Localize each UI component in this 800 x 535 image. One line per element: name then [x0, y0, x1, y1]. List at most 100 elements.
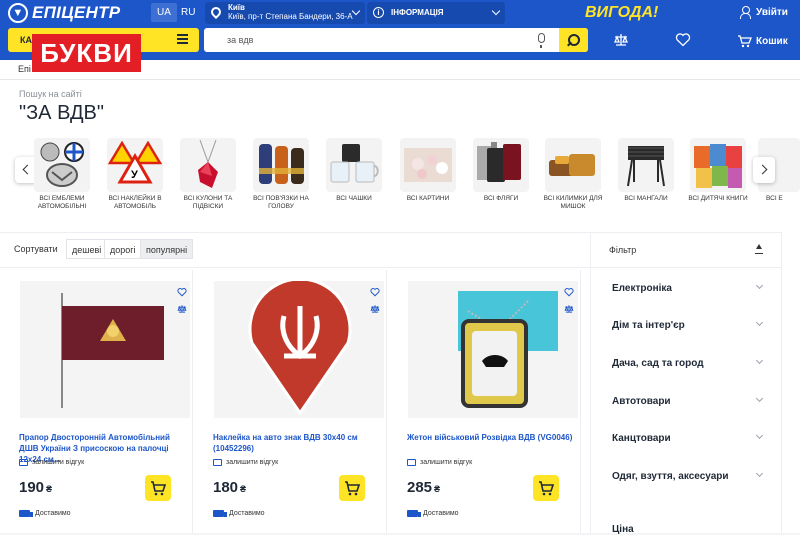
filter-group-label: Електроніка — [612, 283, 672, 294]
filter-group-label: Дім та інтер'єр — [612, 320, 685, 331]
category-image — [618, 138, 674, 192]
cart-button[interactable]: Кошик — [737, 34, 788, 48]
compare-icon[interactable] — [177, 301, 187, 313]
currency: ₴ — [434, 484, 441, 494]
info-label: ІНФОРМАЦІЯ — [391, 8, 444, 17]
category-label: ВСІ Е — [766, 195, 783, 202]
compare-icon[interactable] — [370, 301, 380, 313]
category-childrens-books[interactable]: ВСІ ДИТЯЧІ КНИГИ — [685, 138, 751, 203]
chevron-down-icon — [755, 394, 764, 403]
filter-group-garden[interactable]: Дача, сад та город — [612, 356, 772, 369]
compare-icon[interactable] — [613, 32, 629, 51]
category-image — [253, 138, 309, 192]
chevron-down-icon — [755, 281, 764, 290]
category-pictures[interactable]: ВСІ КАРТИНИ — [395, 138, 461, 203]
add-to-cart-button[interactable] — [533, 475, 559, 501]
heart-icon[interactable] — [177, 284, 187, 297]
product-card[interactable]: Наклейка на авто знак ВДВ 30х40 см (1045… — [194, 270, 387, 533]
search-field[interactable]: за вдв — [204, 28, 588, 52]
category-pendants[interactable]: ВСІ КУЛОНИ ТА ПІДВІСКИ — [175, 138, 241, 211]
product-image[interactable] — [20, 281, 190, 418]
heart-icon[interactable] — [370, 284, 380, 297]
category-label: ВСІ МАНГАЛИ — [624, 195, 668, 202]
category-stickers[interactable]: У ВСІ НАКЛЕЙКИ В АВТОМОБІЛЬ — [102, 138, 168, 211]
compare-icon[interactable] — [564, 301, 574, 313]
microphone-icon[interactable] — [538, 33, 545, 48]
truck-icon — [213, 510, 227, 517]
category-emblems[interactable]: ВСІ ЕМБЛЕМИ АВТОМОБІЛЬНІ — [29, 138, 95, 211]
product-card[interactable]: Жетон військовий Розвідка ВДВ (VG0046) з… — [388, 270, 581, 533]
menu-icon — [177, 34, 188, 44]
cart-icon — [539, 481, 555, 496]
category-label: ВСІ НАКЛЕЙКИ В АВТОМОБІЛЬ — [108, 195, 162, 210]
filter-title: Фільтр — [609, 245, 637, 255]
product-name[interactable]: Наклейка на авто знак ВДВ 30х40 см (1045… — [213, 432, 383, 454]
category-label: ВСІ ЕМБЛЕМИ АВТОМОБІЛЬНІ — [37, 195, 87, 210]
review-link[interactable]: залишити відгук — [19, 459, 84, 466]
carousel-next-button[interactable] — [753, 157, 775, 183]
add-to-cart-button[interactable] — [145, 475, 171, 501]
product-image[interactable] — [408, 281, 578, 418]
filter-group-stationery[interactable]: Канцтовари — [612, 431, 772, 444]
sort-expensive[interactable]: дорогі — [104, 239, 142, 259]
login-button[interactable]: Увійти — [740, 6, 788, 19]
lang-ru[interactable]: RU — [175, 3, 201, 22]
filter-group-home[interactable]: Дім та інтер'єр — [612, 318, 772, 331]
search-input[interactable]: за вдв — [227, 35, 253, 45]
sort-cheap[interactable]: дешеві — [66, 239, 108, 259]
review-link[interactable]: залишити відгук — [213, 459, 278, 466]
category-label: ВСІ КИЛИМКИ ДЛЯ МИШОК — [543, 195, 603, 210]
review-label: залишити відгук — [420, 459, 473, 466]
filter-group-auto[interactable]: Автотовари — [612, 394, 772, 407]
price-value: 190 — [19, 479, 45, 496]
chevron-right-icon — [757, 164, 768, 175]
delivery-label: Доставимо — [423, 510, 459, 517]
review-link[interactable]: залишити відгук — [407, 459, 472, 466]
category-label: ВСІ ФЛЯГИ — [483, 195, 519, 202]
filter-price-label[interactable]: Ціна — [612, 524, 634, 535]
filter-header[interactable]: Фільтр — [590, 232, 782, 268]
city-label: Київ — [228, 3, 245, 12]
delivery-info: Доставимо — [19, 510, 71, 517]
category-headbands[interactable]: ВСІ ПОВ'ЯЗКИ НА ГОЛОВУ — [248, 138, 314, 211]
info-menu[interactable]: i ІНФОРМАЦІЯ — [367, 2, 505, 24]
category-grills[interactable]: ВСІ МАНГАЛИ — [613, 138, 679, 203]
filter-group-label: Канцтовари — [612, 433, 671, 444]
filter-group-label: Одяг, взуття, аксесуари — [612, 471, 729, 482]
product-card[interactable]: Прапор Двосторонній Автомобільний ДШВ Ук… — [0, 270, 193, 533]
catalog-label: КА — [20, 35, 32, 45]
review-label: залишити відгук — [226, 459, 279, 466]
comment-icon — [407, 459, 416, 466]
logo-icon: ▼ — [8, 3, 28, 23]
add-to-cart-button[interactable] — [339, 475, 365, 501]
address-label: Київ, пр-т Степана Бандери, 36-А — [228, 12, 353, 21]
product-name[interactable]: Жетон військовий Розвідка ВДВ (VG0046) — [407, 432, 577, 443]
category-cups[interactable]: ВСІ ЧАШКИ — [321, 138, 387, 203]
search-button[interactable] — [559, 28, 588, 52]
pin-icon — [208, 4, 224, 20]
sort-popular[interactable]: популярні — [140, 239, 194, 259]
category-label: ВСІ КАРТИНИ — [406, 195, 450, 202]
product-price: 285 ₴ — [407, 479, 440, 496]
heart-icon[interactable] — [564, 284, 574, 297]
location-selector[interactable]: Київ Київ, пр-т Степана Бандери, 36-А — [205, 2, 365, 24]
filter-group-clothing[interactable]: Одяг, взуття, аксесуари — [612, 469, 772, 482]
chevron-down-icon — [755, 356, 764, 365]
logo[interactable]: ▼ ЕПІЦЕНТР — [8, 3, 120, 23]
category-flasks[interactable]: ВСІ ФЛЯГИ — [468, 138, 534, 203]
lang-ua[interactable]: UA — [151, 3, 177, 22]
page-subtitle: Пошук на сайті — [19, 89, 82, 99]
heart-icon[interactable] — [675, 32, 691, 50]
filter-group-electronics[interactable]: Електроніка — [612, 281, 772, 294]
svg-text:У: У — [131, 169, 138, 181]
logo-text: ЕПІЦЕНТР — [32, 3, 121, 22]
breadcrumb[interactable]: Епі — [18, 64, 31, 74]
product-image[interactable] — [214, 277, 384, 418]
category-mousepads[interactable]: ВСІ КИЛИМКИ ДЛЯ МИШОК — [540, 138, 606, 211]
category-image — [34, 138, 90, 192]
truck-icon — [19, 510, 33, 517]
chevron-down-icon — [755, 469, 764, 478]
category-image: У — [107, 138, 163, 192]
promo-link[interactable]: ВИГОДА! — [585, 4, 658, 22]
category-label: ВСІ ЧАШКИ — [336, 195, 372, 202]
